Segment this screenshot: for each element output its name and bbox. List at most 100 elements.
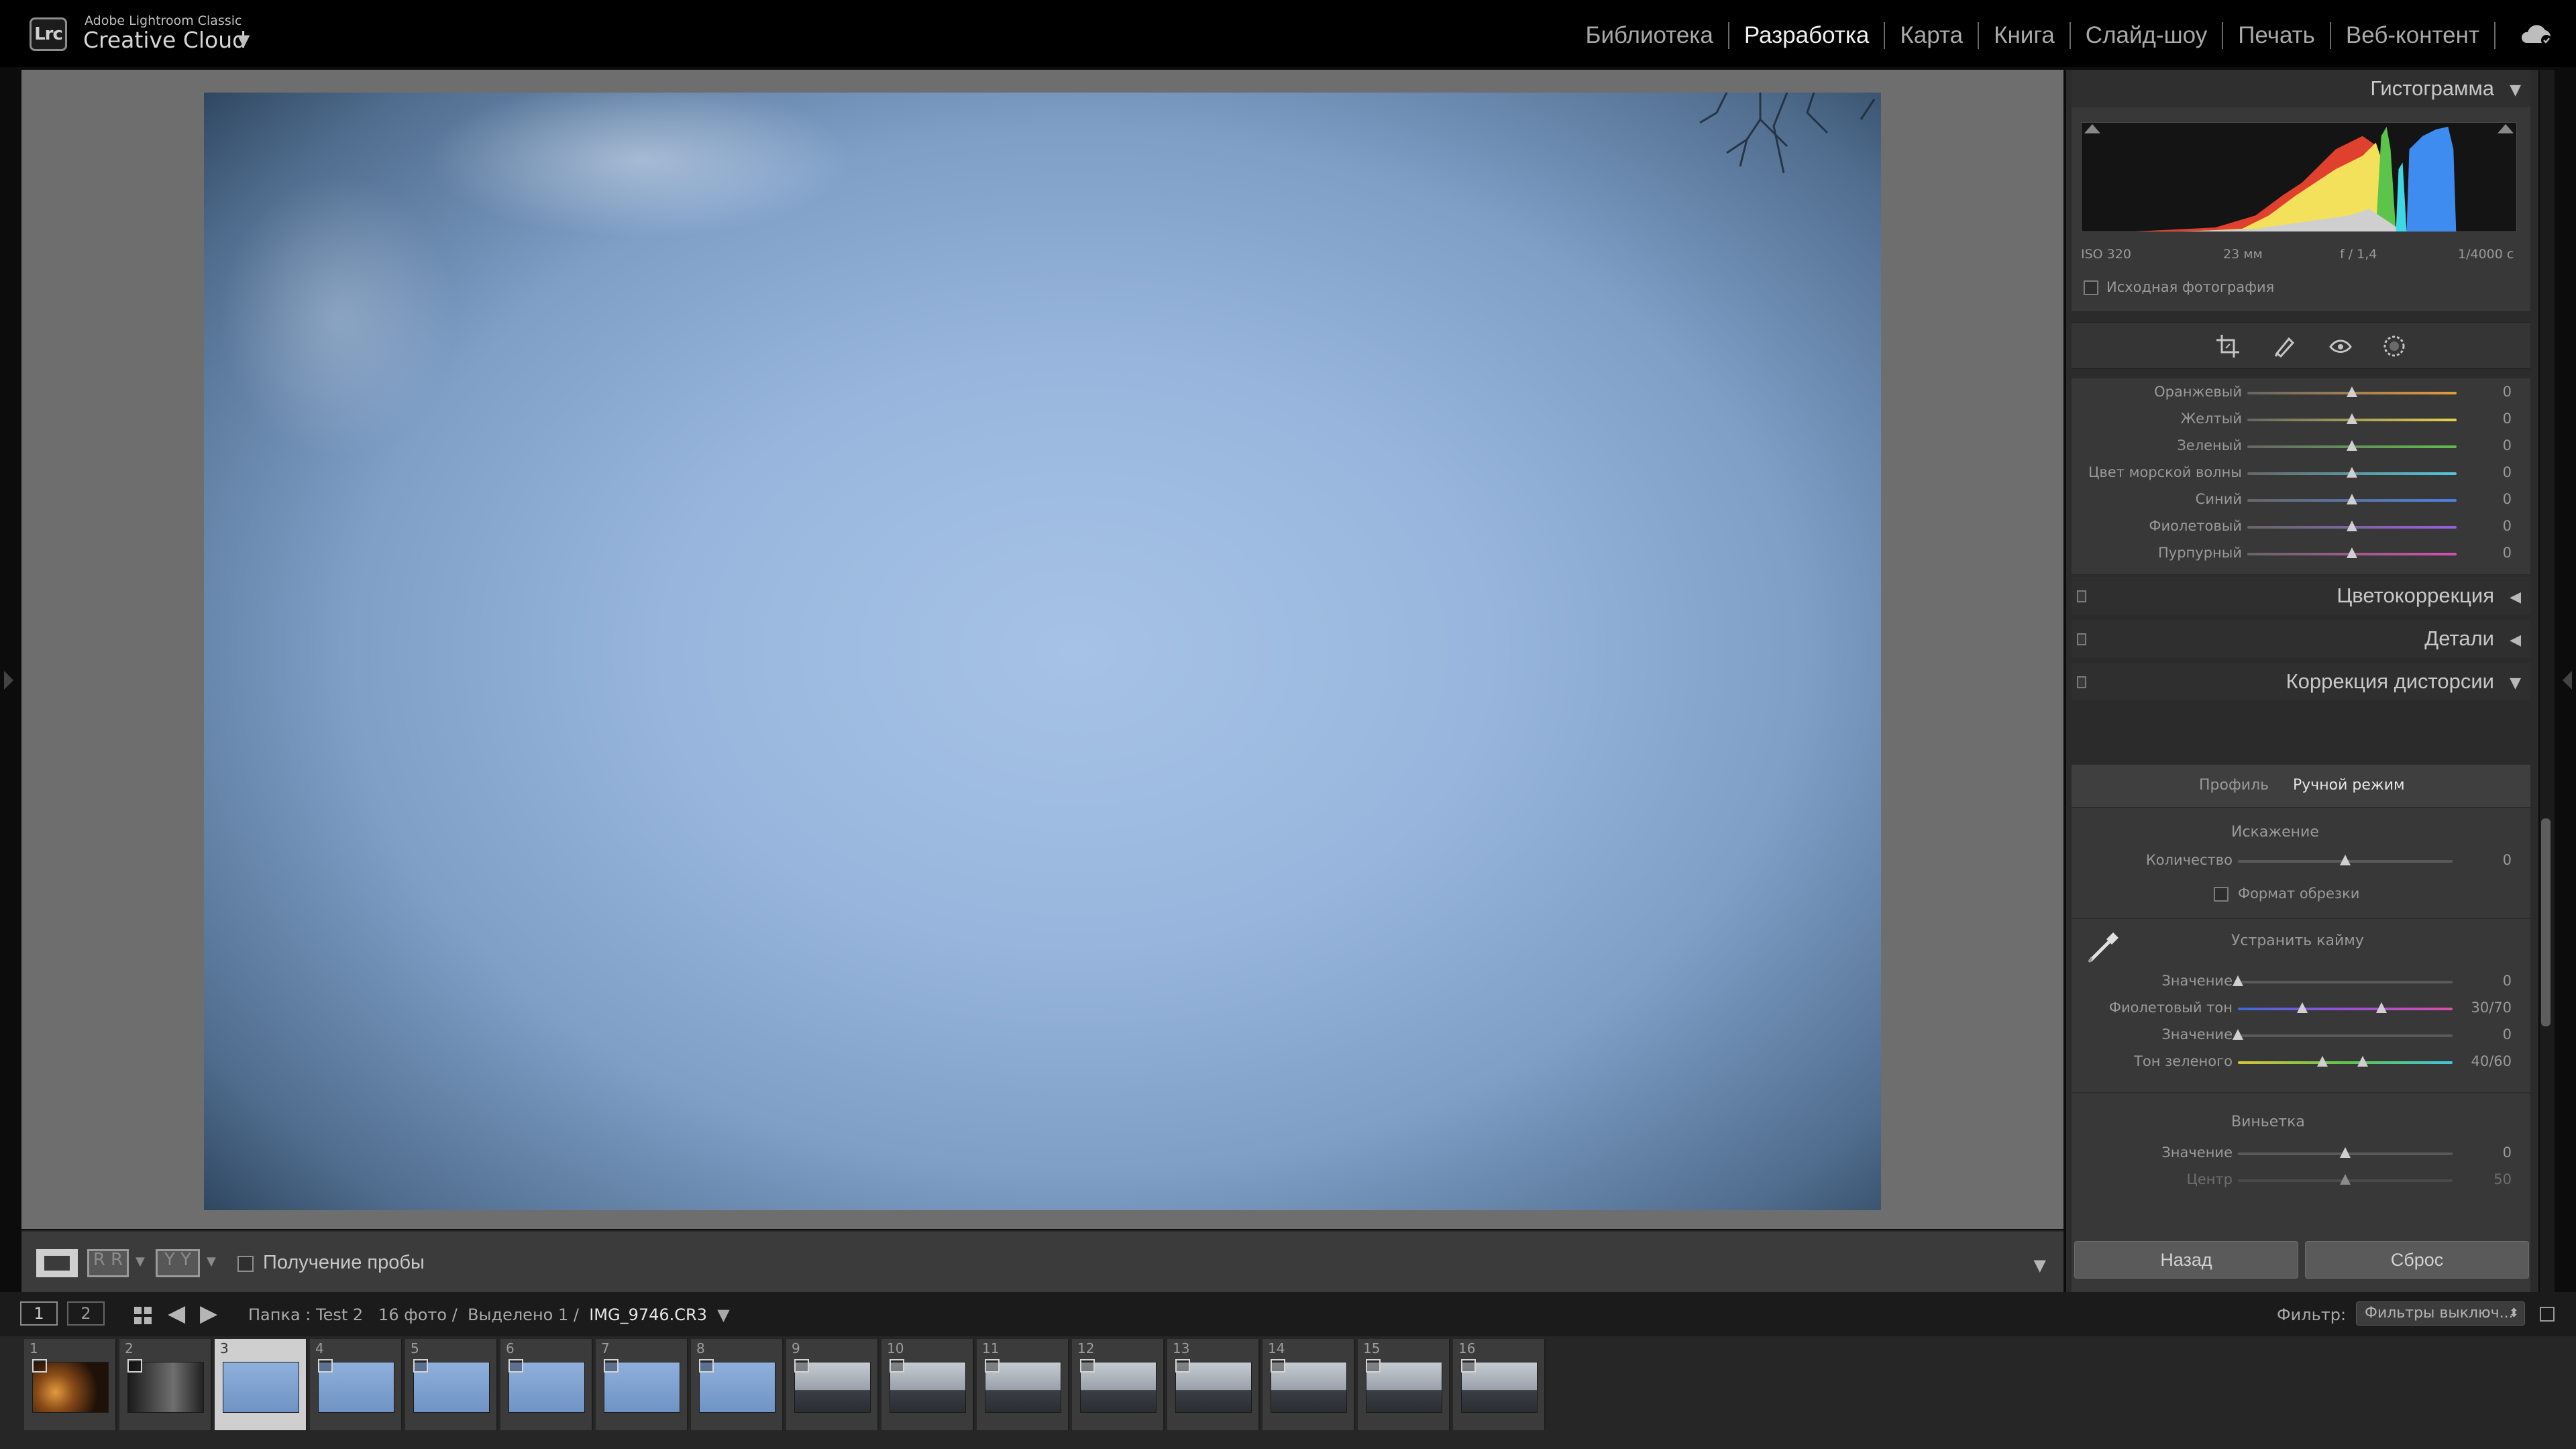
collapse-down-icon[interactable]: ▼: [2510, 675, 2521, 692]
vignette-amount-slider[interactable]: Значение 0: [2072, 1140, 2530, 1167]
edited-badge-icon[interactable]: [1366, 1359, 1381, 1373]
previous-arrow-icon[interactable]: ◀: [168, 1300, 185, 1327]
slider-value[interactable]: 0: [2503, 411, 2512, 427]
module-map[interactable]: Карта: [1885, 22, 1978, 49]
green-hue-slider[interactable]: Тон зеленого 40/60: [2072, 1049, 2530, 1076]
filmstrip-item[interactable]: 3: [215, 1339, 307, 1430]
brand-title[interactable]: Creative Cloud: [83, 27, 246, 53]
filmstrip-item[interactable]: 7: [596, 1339, 688, 1430]
panel-switch[interactable]: [2077, 590, 2086, 602]
expand-left-icon[interactable]: ◀: [2510, 632, 2521, 649]
before-after-left-right-button[interactable]: R R: [87, 1249, 129, 1277]
slider-knob[interactable]: [2340, 855, 2351, 865]
filmstrip-item[interactable]: 10: [881, 1339, 974, 1430]
slider-value[interactable]: 0: [2503, 464, 2512, 480]
filmstrip-item[interactable]: 11: [977, 1339, 1069, 1430]
slider-knob-low[interactable]: [2297, 1002, 2308, 1013]
slider-knob[interactable]: [2340, 1147, 2351, 1158]
slider-value[interactable]: 0: [2503, 545, 2512, 561]
hsl-slider-blue[interactable]: Синий 0: [2072, 487, 2530, 514]
slider-value[interactable]: 0: [2503, 437, 2512, 453]
module-book[interactable]: Книга: [1979, 22, 2070, 49]
source-breadcrumb[interactable]: Папка : Test 2 16 фото / Выделено 1 / IM…: [248, 1305, 730, 1324]
slider-track[interactable]: [2238, 1034, 2453, 1037]
panel-switch[interactable]: [2077, 633, 2086, 645]
secondary-window-button[interactable]: 2: [67, 1301, 105, 1326]
hsl-slider-magenta[interactable]: Пурпурный 0: [2072, 541, 2530, 568]
filmstrip-thumbnail[interactable]: [223, 1362, 299, 1413]
edited-badge-icon[interactable]: [890, 1359, 904, 1373]
collapse-down-icon[interactable]: ▼: [2510, 82, 2521, 99]
next-arrow-icon[interactable]: ▶: [200, 1300, 217, 1327]
edited-badge-icon[interactable]: [794, 1359, 809, 1373]
panel-switch[interactable]: [2077, 676, 2086, 688]
toolbar-menu-icon[interactable]: ▼: [2034, 1256, 2046, 1275]
original-photo-checkbox[interactable]: [2084, 280, 2098, 295]
edited-badge-icon[interactable]: [318, 1359, 333, 1373]
slider-knob[interactable]: [2347, 547, 2357, 558]
module-slideshow[interactable]: Слайд-шоу: [2071, 22, 2222, 49]
slider-knob[interactable]: [2347, 413, 2357, 424]
details-header[interactable]: Детали ◀: [2072, 620, 2530, 657]
edited-badge-icon[interactable]: [413, 1359, 428, 1373]
filter-dropdown[interactable]: Фильтры выключ... ⬍: [2356, 1301, 2525, 1326]
slider-track[interactable]: [2238, 1061, 2453, 1064]
slider-knob[interactable]: [2347, 521, 2357, 531]
filmstrip-item[interactable]: 13: [1167, 1339, 1260, 1430]
right-panel-scrollbar[interactable]: [2540, 70, 2555, 1292]
hsl-slider-aqua[interactable]: Цвет морской волны 0: [2072, 460, 2530, 487]
filmstrip-item[interactable]: 6: [500, 1339, 593, 1430]
hsl-slider-green[interactable]: Зеленый 0: [2072, 433, 2530, 460]
slider-knob[interactable]: [2233, 975, 2243, 986]
slider-track[interactable]: [2238, 981, 2453, 983]
main-window-button[interactable]: 1: [20, 1301, 58, 1326]
hsl-slider-orange[interactable]: Оранжевый 0: [2072, 380, 2530, 407]
slider-knob[interactable]: [2347, 467, 2357, 478]
module-web[interactable]: Веб-контент: [2331, 22, 2494, 49]
edited-badge-icon[interactable]: [985, 1359, 1000, 1373]
edited-badge-icon[interactable]: [127, 1359, 142, 1373]
slider-value[interactable]: 0: [2503, 973, 2512, 989]
grid-view-icon[interactable]: [133, 1305, 153, 1326]
vignette-midpoint-slider[interactable]: Центр 50: [2072, 1167, 2530, 1194]
reset-button[interactable]: Сброс: [2305, 1241, 2529, 1279]
tab-profile[interactable]: Профиль: [2199, 777, 2269, 794]
brand-dropdown-icon[interactable]: ▼: [237, 31, 250, 50]
left-panel-toggle-icon[interactable]: [4, 671, 13, 690]
slider-knob[interactable]: [2340, 1174, 2351, 1185]
filmstrip-item[interactable]: 15: [1358, 1339, 1450, 1430]
slider-value[interactable]: 0: [2503, 518, 2512, 534]
edited-badge-icon[interactable]: [508, 1359, 523, 1373]
slider-knob[interactable]: [2347, 386, 2357, 397]
module-library[interactable]: Библиотека: [1571, 22, 1728, 49]
filmstrip-item[interactable]: 12: [1072, 1339, 1165, 1430]
purple-amount-slider[interactable]: Значение 0: [2072, 969, 2530, 996]
edited-badge-icon[interactable]: [1271, 1359, 1285, 1373]
right-panel-toggle-icon[interactable]: [2563, 671, 2572, 690]
edited-badge-icon[interactable]: [1461, 1359, 1476, 1373]
slider-value[interactable]: 40/60: [2471, 1053, 2512, 1069]
slider-track[interactable]: [2238, 1008, 2453, 1010]
slider-value[interactable]: 0: [2503, 852, 2512, 868]
slider-value[interactable]: 30/70: [2471, 1000, 2512, 1016]
edited-badge-icon[interactable]: [604, 1359, 619, 1373]
slider-value[interactable]: 50: [2493, 1171, 2512, 1187]
edited-badge-icon[interactable]: [32, 1359, 47, 1373]
slider-knob-high[interactable]: [2357, 1056, 2368, 1067]
before-after-top-bottom-button[interactable]: Y Y: [156, 1249, 200, 1277]
filmstrip-item[interactable]: 5: [405, 1339, 498, 1430]
chevron-down-icon[interactable]: ▼: [207, 1254, 216, 1269]
crop-icon[interactable]: [2214, 332, 2242, 360]
filmstrip-item[interactable]: 4: [310, 1339, 402, 1430]
module-develop[interactable]: Разработка: [1729, 22, 1884, 49]
purple-hue-slider[interactable]: Фиолетовый тон 30/70: [2072, 996, 2530, 1022]
cloud-sync-icon[interactable]: [2517, 23, 2555, 47]
loupe-view-button[interactable]: [36, 1249, 78, 1277]
green-amount-slider[interactable]: Значение 0: [2072, 1022, 2530, 1049]
filmstrip-item[interactable]: 9: [786, 1339, 879, 1430]
hsl-slider-yellow[interactable]: Желтый 0: [2072, 407, 2530, 433]
constrain-crop-checkbox[interactable]: [2214, 887, 2229, 902]
chevron-down-icon[interactable]: ▼: [717, 1305, 729, 1324]
edited-badge-icon[interactable]: [1080, 1359, 1095, 1373]
filter-lock-icon[interactable]: [2540, 1307, 2555, 1322]
